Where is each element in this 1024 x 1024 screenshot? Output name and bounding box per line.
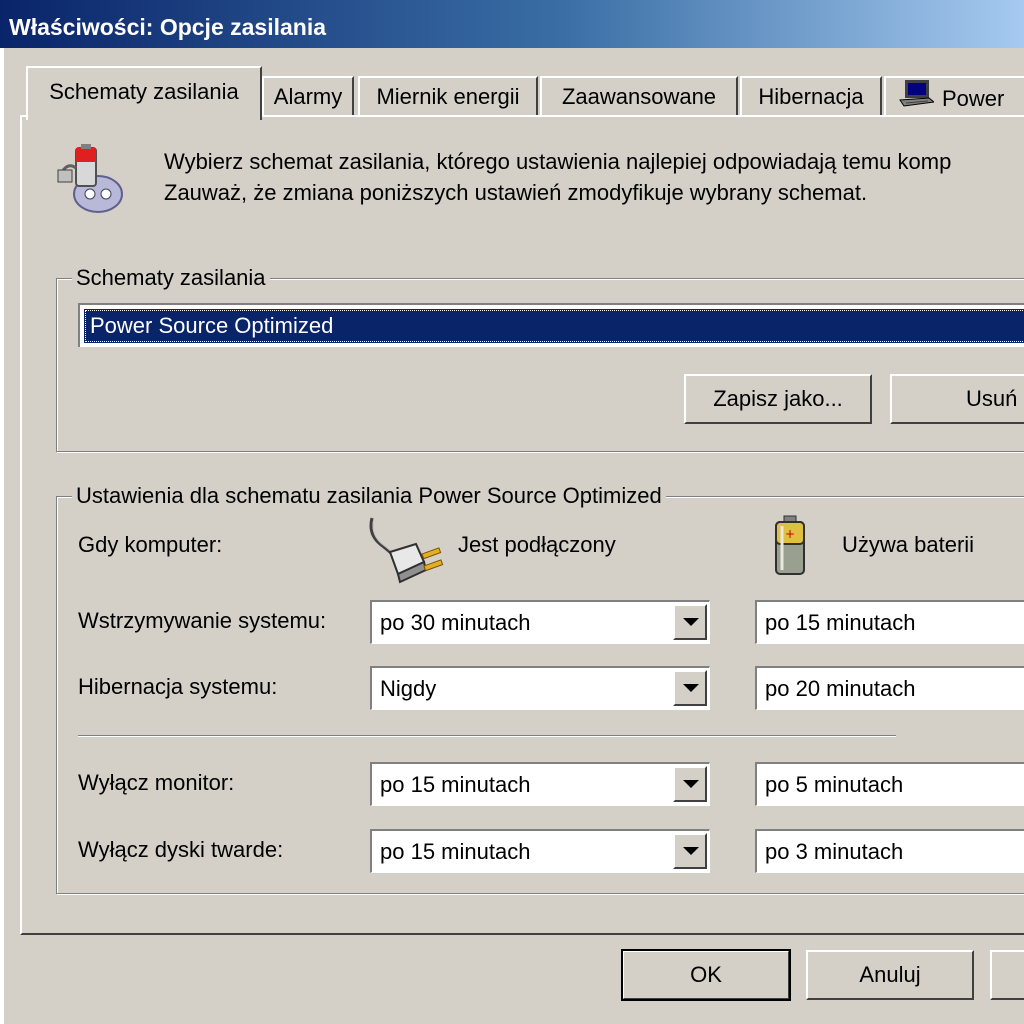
- ok-label: OK: [690, 962, 722, 987]
- monitor-off-plugged-select[interactable]: po 15 minutach: [370, 762, 710, 806]
- window-title: Właściwości: Opcje zasilania: [9, 14, 327, 40]
- standby-battery-select[interactable]: po 15 minutach: [755, 600, 1024, 644]
- ok-button[interactable]: OK: [621, 949, 791, 1001]
- save-as-label: Zapisz jako...: [713, 386, 843, 411]
- tab-label: Power: [942, 86, 1005, 111]
- tab-alarms[interactable]: Alarmy: [262, 76, 354, 116]
- tab-label: Miernik energii: [376, 84, 520, 109]
- tab-advanced[interactable]: Zaawansowane: [540, 76, 738, 116]
- hibernate-plugged-value: Nigdy: [380, 676, 437, 701]
- chevron-down-icon[interactable]: [673, 604, 707, 640]
- standby-battery-value: po 15 minutach: [765, 610, 916, 635]
- hibernate-battery-select[interactable]: po 20 minutach: [755, 666, 1024, 710]
- scheme-settings-legend: Ustawienia dla schematu zasilania Power …: [72, 483, 666, 509]
- standby-label-text: Wstrzymywanie systemu:: [78, 608, 327, 633]
- disks-off-battery-select[interactable]: po 3 minutach: [755, 829, 1024, 873]
- plugged-in-label: Jest podłączony: [458, 532, 616, 557]
- chevron-down-icon[interactable]: [673, 766, 707, 802]
- settings-divider: [78, 735, 896, 737]
- tab-label: Zaawansowane: [561, 84, 717, 109]
- battery-icon: +: [770, 514, 810, 584]
- description-line-1: Wybierz schemat zasilania, którego ustaw…: [164, 149, 952, 174]
- delete-label: Usuń: [966, 386, 1018, 411]
- standby-label: Wstrzymywanie systemu:: [78, 606, 326, 636]
- power-schemes-legend: Schematy zasilania: [72, 265, 270, 291]
- hibernate-label-text: Hibernacja systemu:: [78, 674, 278, 699]
- monitor-off-plugged-value: po 15 minutach: [380, 772, 531, 797]
- laptop-icon: [898, 78, 936, 120]
- standby-plugged-value: po 30 minutach: [380, 610, 531, 635]
- on-battery-label: Używa baterii: [842, 532, 975, 557]
- tab-hibernate[interactable]: Hibernacja: [740, 76, 882, 116]
- hibernate-label: Hibernacja systemu:: [78, 672, 277, 702]
- tab-label: Schematy zasilania: [49, 79, 239, 104]
- power-scheme-select[interactable]: Power Source Optimized: [78, 303, 1024, 347]
- description-text: Wybierz schemat zasilania, którego ustaw…: [164, 146, 1024, 208]
- window-title-bar[interactable]: Właściwości: Opcje zasilania: [0, 0, 1024, 48]
- power-plug-icon: [366, 514, 446, 592]
- save-as-button[interactable]: Zapisz jako...: [684, 374, 872, 424]
- scheme-settings-legend-text: Ustawienia dla schematu zasilania Power …: [76, 483, 662, 508]
- cancel-label: Anuluj: [859, 962, 921, 987]
- standby-plugged-select[interactable]: po 30 minutach: [370, 600, 710, 644]
- monitor-off-label-text: Wyłącz monitor:: [78, 770, 235, 795]
- description-line-2: Zauważ, że zmiana poniższych ustawień zm…: [164, 180, 868, 205]
- delete-button[interactable]: Usuń: [890, 374, 1024, 424]
- tab-label: Hibernacja: [758, 84, 864, 109]
- disks-off-battery-value: po 3 minutach: [765, 839, 904, 864]
- tab-label: Alarmy: [273, 84, 343, 109]
- monitor-off-battery-value: po 5 minutach: [765, 772, 904, 797]
- hibernate-battery-value: po 20 minutach: [765, 676, 916, 701]
- monitor-off-label: Wyłącz monitor:: [78, 768, 234, 798]
- disks-off-label: Wyłącz dyski twarde:: [78, 835, 283, 865]
- chevron-down-icon[interactable]: [673, 670, 707, 706]
- tab-power-meter[interactable]: Miernik energii: [358, 76, 538, 116]
- hibernate-plugged-select[interactable]: Nigdy: [370, 666, 710, 710]
- power-schemes-legend-text: Schematy zasilania: [76, 265, 266, 290]
- window-frame: [0, 48, 5, 1024]
- disks-off-label-text: Wyłącz dyski twarde:: [78, 837, 284, 862]
- cancel-button[interactable]: Anuluj: [806, 950, 974, 1000]
- svg-text:+: +: [785, 527, 795, 541]
- disks-off-plugged-select[interactable]: po 15 minutach: [370, 829, 710, 873]
- when-computer-label: Gdy komputer:: [78, 532, 223, 557]
- chevron-down-icon[interactable]: [673, 833, 707, 869]
- apply-button[interactable]: [990, 950, 1024, 1000]
- monitor-off-battery-select[interactable]: po 5 minutach: [755, 762, 1024, 806]
- disks-off-plugged-value: po 15 minutach: [380, 839, 531, 864]
- power-scheme-icon: [52, 142, 132, 220]
- selected-power-scheme[interactable]: Power Source Optimized: [84, 309, 1024, 343]
- tab-power-schemes[interactable]: Schematy zasilania: [26, 66, 262, 120]
- tab-power[interactable]: Power: [884, 76, 1024, 116]
